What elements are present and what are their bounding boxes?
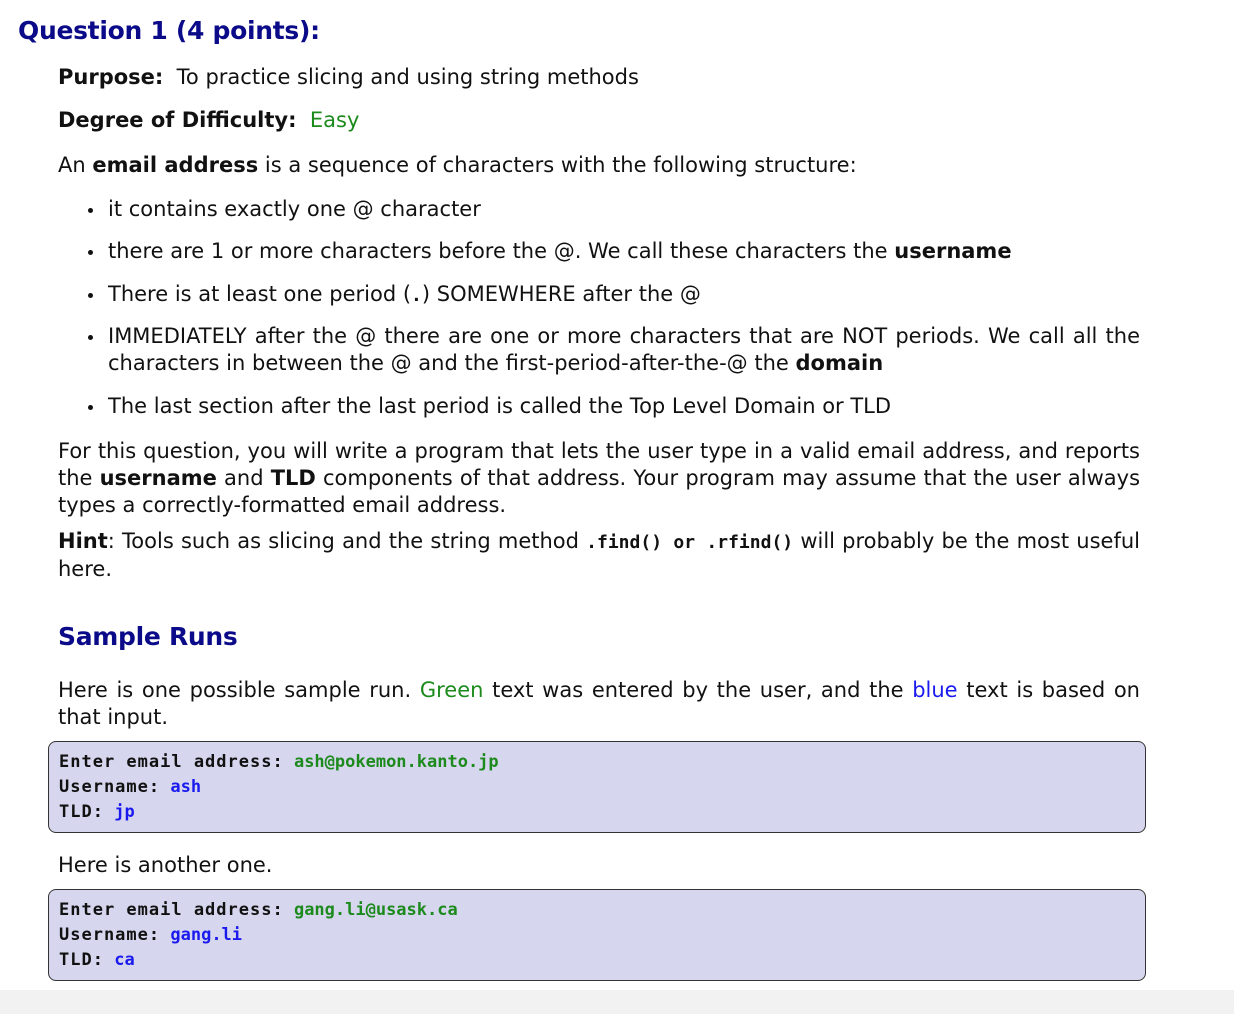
list-item-text: The last section after the last period i… (108, 394, 892, 418)
output-value: jp (114, 802, 135, 822)
list-item-text: There is at least one period (.) SOMEWHE… (108, 281, 1140, 309)
task-bold-term: username (99, 466, 217, 490)
difficulty-value: Easy (309, 108, 360, 132)
bullet-dot-icon (88, 208, 93, 213)
list-item-bold-term: domain (795, 351, 884, 375)
intro-suffix: is a sequence of characters with the fol… (258, 153, 857, 177)
list-item: The last section after the last period i… (58, 393, 1140, 420)
user-input-value: gang.li@usask.ca (293, 900, 458, 920)
code-line: Username: gang.li (59, 923, 1135, 948)
code-line: Enter email address: ash@pokemon.kanto.j… (59, 750, 1135, 775)
bullet-dot-icon (88, 293, 93, 298)
sample-run-box: Enter email address: gang.li@usask.ca Us… (48, 889, 1146, 981)
task-text-part: and (216, 466, 271, 490)
inline-code: .rfind() (706, 532, 794, 553)
output-value: ash (170, 777, 202, 797)
prompt-label: Enter email address: (59, 752, 284, 772)
bullet-dot-icon (88, 250, 93, 255)
task-bold-term: TLD (270, 466, 316, 490)
output-label: TLD: (59, 802, 104, 822)
prompt-label: Enter email address: (59, 900, 284, 920)
inline-code: . (411, 285, 422, 306)
difficulty-label: Degree of Difficulty: (58, 108, 297, 132)
list-item: there are 1 or more characters before th… (58, 238, 1140, 265)
output-label: TLD: (59, 950, 104, 970)
green-legend-word: Green (419, 678, 484, 702)
purpose-line: Purpose: To practice slicing and using s… (58, 64, 639, 91)
hint-label: Hint (58, 529, 108, 553)
output-label: Username: (59, 925, 161, 945)
sample-runs-heading: Sample Runs (58, 622, 238, 651)
difficulty-line: Degree of Difficulty: Easy (58, 107, 359, 134)
output-label: Username: (59, 777, 161, 797)
hint-or: or (662, 532, 707, 553)
list-item: IMMEDIATELY after the @ there are one or… (58, 323, 1140, 377)
list-item-text-part: IMMEDIATELY after the @ there are one or… (108, 324, 1140, 375)
intro-bold-term: email address (92, 153, 259, 177)
assignment-page: Question 1 (4 points): Purpose: To pract… (0, 0, 1234, 1014)
sample-intro-part: text was entered by the user, and the (483, 678, 913, 702)
list-item-text-part: There is at least one period ( (108, 282, 412, 306)
list-item-text: IMMEDIATELY after the @ there are one or… (108, 323, 1140, 377)
list-item-text: there are 1 or more characters before th… (108, 238, 1140, 265)
output-value: gang.li (170, 925, 243, 945)
list-item-bold-term: username (894, 239, 1012, 263)
bottom-scroll-strip (0, 990, 1234, 1014)
sample-intro-part: Here is one possible sample run. (58, 678, 420, 702)
purpose-label: Purpose: (58, 65, 164, 89)
purpose-text: To practice slicing and using string met… (176, 65, 639, 89)
blue-legend-word: blue (912, 678, 958, 702)
another-run-intro: Here is another one. (58, 853, 273, 877)
bullet-dot-icon (88, 405, 93, 410)
output-value: ca (114, 950, 135, 970)
bullet-dot-icon (88, 335, 93, 340)
email-definition-intro: An email address is a sequence of charac… (58, 152, 857, 179)
code-line: Username: ash (59, 775, 1135, 800)
inline-code: .find() (586, 532, 663, 553)
sample-run-box: Enter email address: ash@pokemon.kanto.j… (48, 741, 1146, 833)
code-line: Enter email address: gang.li@usask.ca (59, 898, 1135, 923)
question-title: Question 1 (4 points): (18, 16, 320, 45)
list-item-text: it contains exactly one @ character (108, 197, 481, 221)
list-item-text-part: ) SOMEWHERE after the @ (421, 282, 701, 306)
list-item: There is at least one period (.) SOMEWHE… (58, 281, 1140, 309)
intro-prefix: An (58, 153, 93, 177)
list-item-text-part: there are 1 or more characters before th… (108, 239, 895, 263)
hint-paragraph: Hint: Tools such as slicing and the stri… (58, 528, 1140, 583)
hint-text-part: : Tools such as slicing and the string m… (107, 529, 587, 553)
user-input-value: ash@pokemon.kanto.jp (293, 752, 499, 772)
list-item: it contains exactly one @ character (58, 196, 1140, 223)
code-line: TLD: jp (59, 800, 1135, 825)
code-line: TLD: ca (59, 948, 1135, 973)
sample-runs-intro: Here is one possible sample run. Green t… (58, 677, 1140, 731)
task-description: For this question, you will write a prog… (58, 438, 1140, 519)
